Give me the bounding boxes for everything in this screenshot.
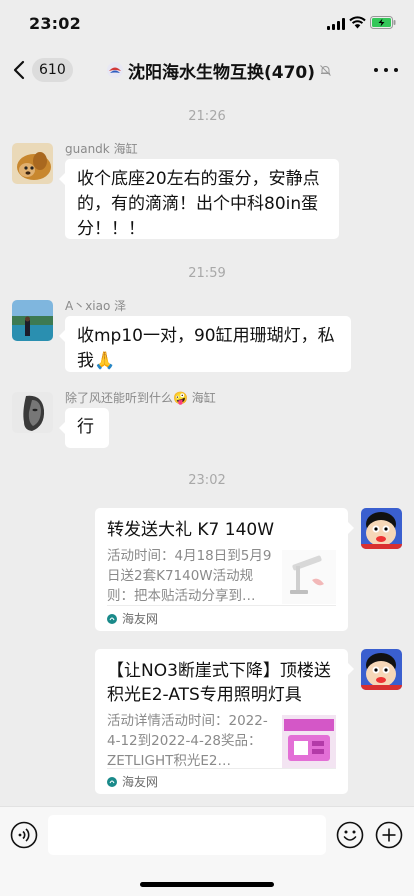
- card-source: 海友网: [107, 605, 336, 631]
- message-text: 收个底座20左右的蛋分，安静点的，有的滴滴！出个中科80in蛋分！！！: [77, 169, 320, 239]
- avatar-self[interactable]: [361, 649, 402, 690]
- timestamp: 23:02: [188, 473, 226, 488]
- status-bar: 23:02: [0, 0, 414, 48]
- message-text: 收mp10一对，90缸用珊瑚灯，私我🙏: [77, 326, 335, 371]
- avatar-xiao[interactable]: [12, 300, 53, 341]
- card-description: 活动时间：4月18日到5月9日送2套K7140W活动规则：把本贴活动分享到…: [107, 548, 272, 604]
- link-card[interactable]: 【让NO3断崖式下降】顶楼送积光E2-ATS专用照明灯具 活动详情活动时间：20…: [95, 649, 354, 794]
- chat-title[interactable]: 沈阳海水生物互换(470): [106, 58, 332, 83]
- card-title: 【让NO3断崖式下降】顶楼送积光E2-ATS专用照明灯具: [107, 661, 331, 705]
- chevron-left-icon: [13, 60, 25, 80]
- card-thumbnail: [282, 715, 336, 769]
- sender-name: A丶xiao 泽: [65, 299, 127, 313]
- mute-bell-icon: [320, 64, 331, 76]
- more-options-button[interactable]: [374, 60, 398, 80]
- timestamp: 21:59: [188, 266, 226, 281]
- chat-nav-bar: 610 沈阳海水生物互换(470): [0, 48, 414, 92]
- cellular-signal-icon: [327, 18, 345, 30]
- group-emblem-icon: [107, 62, 123, 78]
- sender-name: guandk 海缸: [65, 142, 138, 156]
- avatar-self[interactable]: [361, 508, 402, 549]
- unread-count-badge: 610: [32, 58, 73, 82]
- card-description: 活动详情活动时间：2022-4-12到2022-4-28奖品：ZETLIGHT积…: [107, 713, 268, 769]
- battery-charging-icon: [370, 16, 396, 29]
- message-bubble[interactable]: 收个底座20左右的蛋分，安静点的，有的滴滴！出个中科80in蛋分！！！: [59, 159, 339, 239]
- back-button[interactable]: 610: [12, 57, 74, 83]
- message-text-input[interactable]: [48, 815, 326, 855]
- voice-input-icon[interactable]: [10, 821, 38, 849]
- card-title: 转发送大礼 K7 140W: [107, 520, 275, 540]
- message-text: 行: [77, 417, 94, 437]
- wifi-icon: [349, 16, 366, 29]
- card-source: 海友网: [107, 768, 336, 794]
- home-indicator[interactable]: [140, 882, 274, 887]
- card-source-name: 海友网: [122, 775, 159, 789]
- status-time: 23:02: [29, 14, 81, 33]
- message-bubble[interactable]: 行: [59, 408, 109, 448]
- chat-title-text: 沈阳海水生物互换(470): [128, 62, 316, 83]
- link-card[interactable]: 转发送大礼 K7 140W 活动时间：4月18日到5月9日送2套K7140W活动…: [95, 508, 354, 631]
- message-bubble[interactable]: 收mp10一对，90缸用珊瑚灯，私我🙏: [59, 316, 351, 372]
- plus-more-icon[interactable]: [375, 821, 403, 849]
- avatar-wind[interactable]: [12, 392, 53, 433]
- source-logo-icon: [107, 776, 117, 787]
- sender-name: 除了风还能听到什么🤪 海缸: [65, 391, 216, 405]
- avatar-guandk[interactable]: [12, 143, 53, 184]
- card-thumbnail: [282, 550, 336, 604]
- source-logo-icon: [107, 613, 117, 624]
- timestamp: 21:26: [188, 109, 226, 124]
- card-source-name: 海友网: [122, 612, 159, 626]
- emoji-icon[interactable]: [336, 821, 364, 849]
